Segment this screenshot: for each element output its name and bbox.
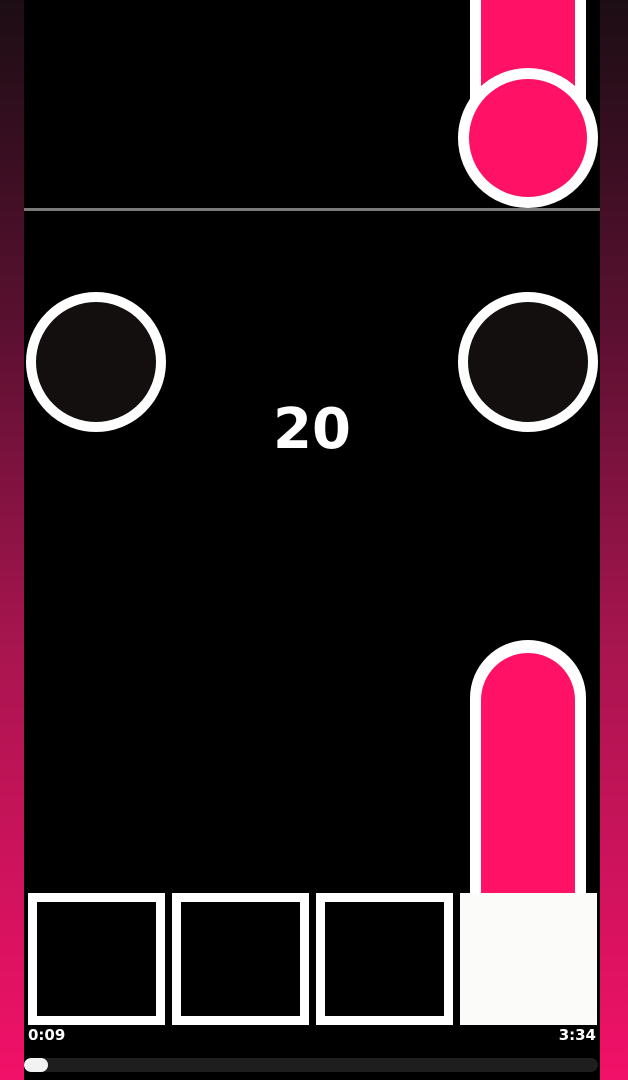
hit-line [24, 208, 600, 211]
lane-button-2[interactable] [172, 893, 309, 1025]
hold-note-bottom [470, 640, 586, 900]
progress-bar[interactable] [24, 1058, 598, 1072]
score-counter: 20 [273, 397, 351, 462]
elapsed-time: 0:09 [28, 1026, 66, 1044]
progress-fill [24, 1058, 49, 1072]
hold-note-top-head [469, 79, 587, 197]
total-duration: 3:34 [558, 1026, 596, 1044]
lane-button-1[interactable] [28, 893, 165, 1025]
lane-button-3[interactable] [316, 893, 453, 1025]
hold-note-bottom-body [481, 653, 575, 900]
lane-button-4[interactable] [460, 893, 597, 1025]
hold-note-top [458, 0, 598, 208]
